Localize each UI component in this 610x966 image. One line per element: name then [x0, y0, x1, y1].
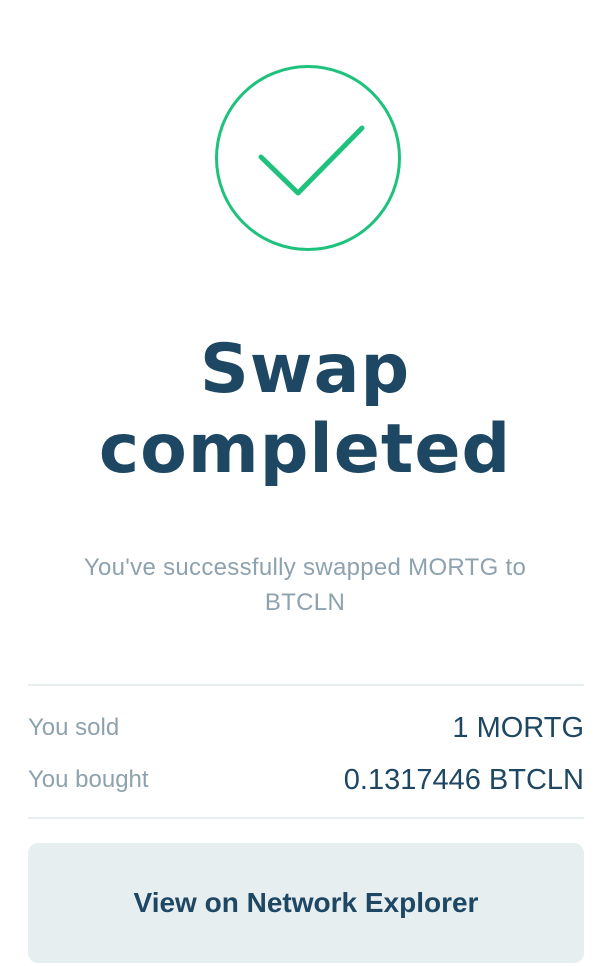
success-message: You've successfully swapped MORTG to BTC… [83, 554, 527, 616]
divider-top [28, 684, 584, 686]
checkmark-icon [258, 125, 365, 196]
page-title: Swap completed [0, 330, 610, 490]
sold-value: 1 MORTG [452, 712, 584, 744]
title-line-2: completed [98, 410, 512, 489]
check-circle-icon [215, 65, 401, 251]
bought-value: 0.1317446 BTCLN [343, 764, 584, 796]
bought-label: You bought [28, 766, 149, 793]
divider-bottom [28, 817, 584, 819]
sold-label: You sold [28, 714, 120, 741]
sold-row: You sold 1 MORTG [28, 709, 584, 749]
bought-row: You bought 0.1317446 BTCLN [28, 761, 584, 801]
swap-completed-screen: Swap completed You've successfully swapp… [0, 0, 610, 966]
view-network-explorer-button[interactable]: View on Network Explorer [28, 843, 584, 963]
title-line-1: Swap [199, 330, 411, 409]
